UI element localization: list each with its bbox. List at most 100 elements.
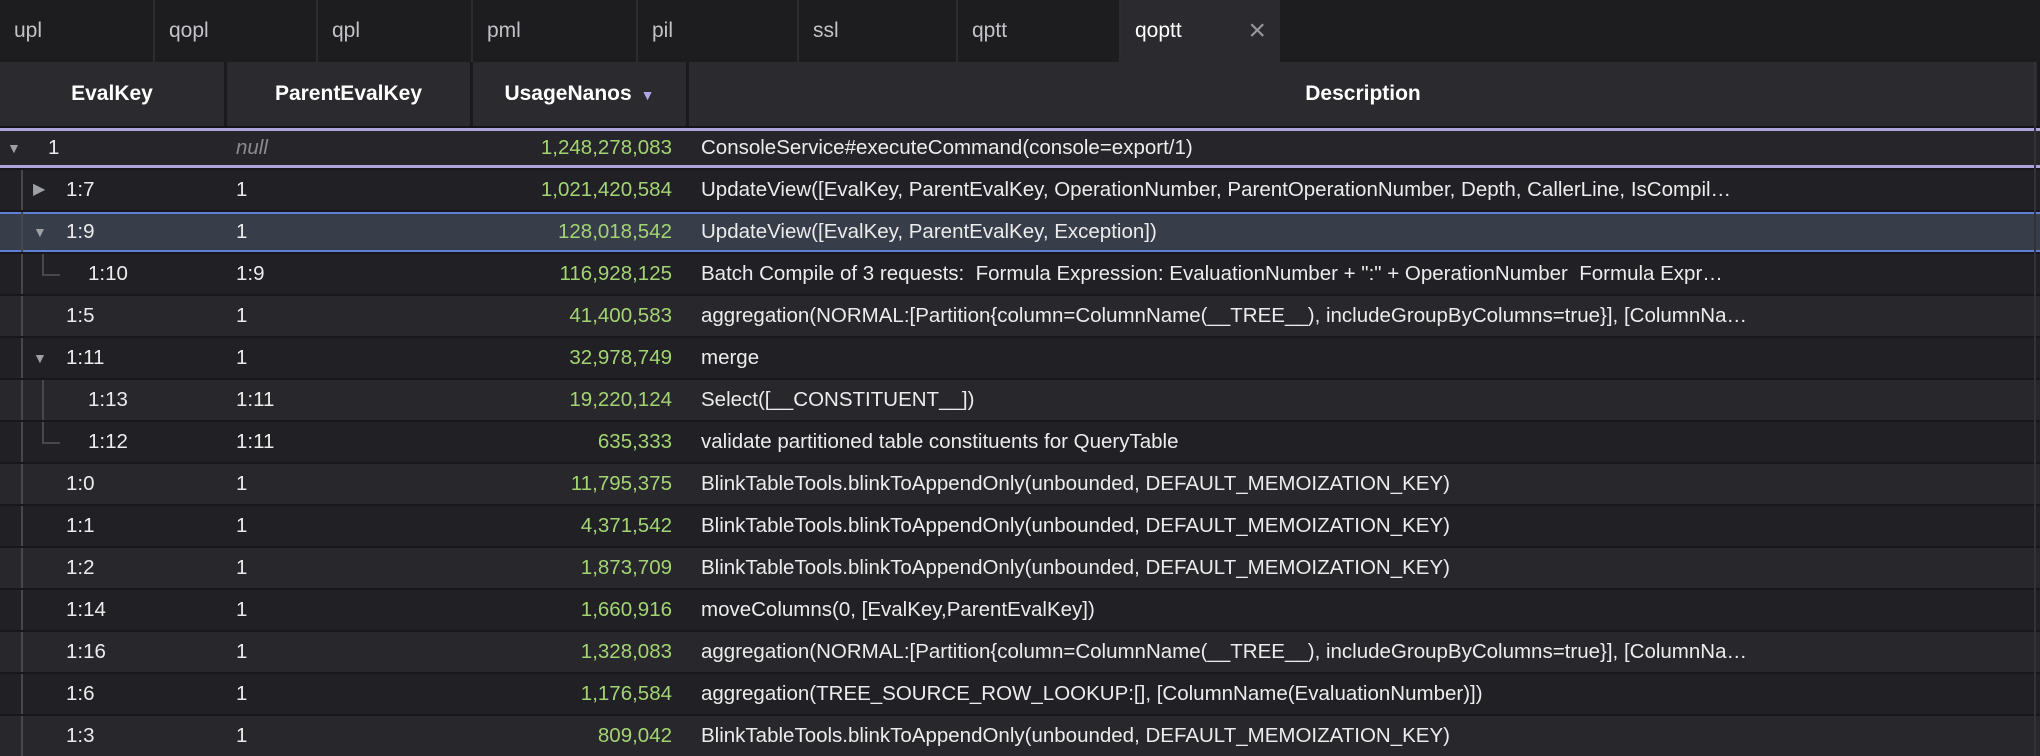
tab-label: ssl: [813, 19, 839, 43]
tab-label: upl: [14, 19, 42, 43]
column-header-label: ParentEvalKey: [275, 82, 422, 106]
column-header-evalkey[interactable]: EvalKey: [0, 62, 224, 126]
collapse-row-icon[interactable]: ▼: [33, 351, 47, 365]
table-row[interactable]: 1:611,176,584aggregation(TREE_SOURCE_ROW…: [0, 674, 2040, 716]
tree-indent-guide: [21, 464, 23, 504]
evalkey-cell: 1:5: [0, 296, 224, 336]
parentevalkey-cell: 1: [224, 682, 470, 706]
parentevalkey-cell: 1:9: [224, 262, 470, 286]
table-row[interactable]: ▼1:11132,978,749merge: [0, 338, 2040, 380]
tab-pml[interactable]: pml: [473, 0, 638, 62]
description-cell: UpdateView([EvalKey, ParentEvalKey, Oper…: [686, 178, 2040, 202]
parentevalkey-cell: 1:11: [224, 430, 470, 454]
evalkey-value: 1:12: [88, 430, 128, 454]
evalkey-value: 1:5: [66, 304, 95, 328]
evalkey-value: 1:9: [66, 220, 95, 244]
description-cell: ConsoleService#executeCommand(console=ex…: [686, 136, 2040, 160]
tab-bar: upl qopl qplpmlpilssl qptt qoptt ×: [0, 0, 2040, 62]
evalkey-cell: ▼ 1:9: [0, 212, 224, 252]
tab-upl[interactable]: upl: [0, 0, 155, 62]
tree-indent-guide: [21, 254, 23, 294]
tree-elbow-vertical: [42, 254, 44, 274]
parentevalkey-cell: 1: [224, 514, 470, 538]
table-row[interactable]: 1:131:1119,220,124Select([__CONSTITUENT_…: [0, 380, 2040, 422]
evalkey-cell: ▶ 1:7: [0, 170, 224, 210]
tree-indent-guide: [21, 548, 23, 588]
description-cell: BlinkTableTools.blinkToAppendOnly(unboun…: [686, 472, 2040, 496]
tab-qopl[interactable]: qopl: [155, 0, 318, 62]
description-cell: aggregation(NORMAL:[Partition{column=Col…: [686, 304, 2040, 328]
evalkey-value: 1:7: [66, 178, 95, 202]
table-row[interactable]: ▼1null1,248,278,083ConsoleService#execut…: [0, 128, 2040, 170]
tab-label: qptt: [972, 19, 1007, 43]
parentevalkey-cell: 1: [224, 346, 470, 370]
description-cell: BlinkTableTools.blinkToAppendOnly(unboun…: [686, 514, 2040, 538]
table-row[interactable]: 1:101:9116,928,125Batch Compile of 3 req…: [0, 254, 2040, 296]
tree-indent-guide: [21, 590, 23, 630]
column-header-label: Description: [1305, 82, 1421, 106]
table-row[interactable]: 1:31809,042BlinkTableTools.blinkToAppend…: [0, 716, 2040, 756]
collapse-row-icon[interactable]: ▼: [7, 141, 21, 155]
evalkey-value: 1:0: [66, 472, 95, 496]
evalkey-cell: 1:16: [0, 632, 224, 672]
usagenanos-cell: 1,248,278,083: [470, 136, 686, 160]
evalkey-value: 1:13: [88, 388, 128, 412]
query-performance-log-panel: upl qopl qplpmlpilssl qptt qoptt × EvalKey Pa…: [0, 0, 2040, 756]
parentevalkey-cell: 1: [224, 556, 470, 580]
column-header-parentevalkey[interactable]: ParentEvalKey: [224, 62, 470, 126]
description-cell: Batch Compile of 3 requests: Formula Exp…: [686, 262, 2040, 286]
tree-indent-guide: [21, 296, 23, 336]
evalkey-cell: 1:14: [0, 590, 224, 630]
parentevalkey-cell: 1: [224, 304, 470, 328]
tab-ssl[interactable]: ssl: [799, 0, 958, 62]
usagenanos-cell: 11,795,375: [470, 472, 686, 496]
tab-qpl[interactable]: qpl: [318, 0, 473, 62]
tree-indent-guide: [21, 674, 23, 714]
table-body: ▼1null1,248,278,083ConsoleService#execut…: [0, 128, 2040, 756]
evalkey-cell: 1:6: [0, 674, 224, 714]
table-row[interactable]: 1:5 141,400,583aggregation(NORMAL:[Partit…: [0, 296, 2040, 338]
tab-label: qopl: [169, 19, 209, 43]
usagenanos-cell: 41,400,583: [470, 304, 686, 328]
table-row[interactable]: ▶1:711,021,420,584UpdateView([EvalKey, P…: [0, 170, 2040, 212]
evalkey-value: 1:1: [66, 514, 95, 538]
table-row[interactable]: 1:1 14,371,542BlinkTableTools.blinkToAppe…: [0, 506, 2040, 548]
tab-pil[interactable]: pil: [638, 0, 799, 62]
table-row[interactable]: 1:1411,660,916moveColumns(0, [EvalKey,Pa…: [0, 590, 2040, 632]
tree-indent-guide: [21, 212, 23, 252]
tree-indent-guide: [21, 632, 23, 672]
tab-label: qoptt: [1135, 19, 1182, 43]
evalkey-cell: ▼1: [0, 128, 224, 168]
tab-qoptt[interactable]: qoptt ×: [1121, 0, 1280, 62]
usagenanos-cell: 4,371,542: [470, 514, 686, 538]
evalkey-value: 1:16: [66, 640, 106, 664]
collapse-row-icon[interactable]: ▼: [33, 225, 47, 239]
parentevalkey-cell: 1: [224, 220, 470, 244]
close-tab-icon[interactable]: ×: [1248, 16, 1266, 46]
column-header-usagenanos[interactable]: UsageNanos ▼: [470, 62, 686, 126]
parentevalkey-cell: 1:11: [224, 388, 470, 412]
parentevalkey-cell: 1: [224, 724, 470, 748]
evalkey-value: 1:2: [66, 556, 95, 580]
tree-indent-guide: [21, 716, 23, 756]
description-cell: Select([__CONSTITUENT__]): [686, 388, 2040, 412]
table-row[interactable]: 1:0 111,795,375BlinkTableTools.blinkToApp…: [0, 464, 2040, 506]
expand-row-icon[interactable]: ▶: [33, 182, 45, 198]
table-row[interactable]: 1:1611,328,083aggregation(NORMAL:[Partit…: [0, 632, 2040, 674]
tree-elbow-vertical: [42, 422, 44, 442]
usagenanos-cell: 116,928,125: [470, 262, 686, 286]
evalkey-cell: ▼1:11: [0, 338, 224, 378]
sort-desc-icon: ▼: [641, 87, 655, 103]
tab-qptt[interactable]: qptt: [958, 0, 1121, 62]
tree-elbow-horizontal: [42, 274, 60, 276]
table-row[interactable]: 1:121:11635,333validate partitioned tabl…: [0, 422, 2040, 464]
column-header-label: EvalKey: [71, 82, 153, 106]
evalkey-value: 1:14: [66, 598, 106, 622]
description-cell: BlinkTableTools.blinkToAppendOnly(unboun…: [686, 556, 2040, 580]
parentevalkey-cell: null: [224, 136, 470, 160]
parentevalkey-cell: 1: [224, 640, 470, 664]
table-row[interactable]: 1:211,873,709BlinkTableTools.blinkToAppe…: [0, 548, 2040, 590]
table-row[interactable]: ▼1:91128,018,542UpdateView([EvalKey, Par…: [0, 212, 2040, 254]
column-header-description[interactable]: Description: [686, 62, 2040, 126]
parentevalkey-cell: 1: [224, 472, 470, 496]
